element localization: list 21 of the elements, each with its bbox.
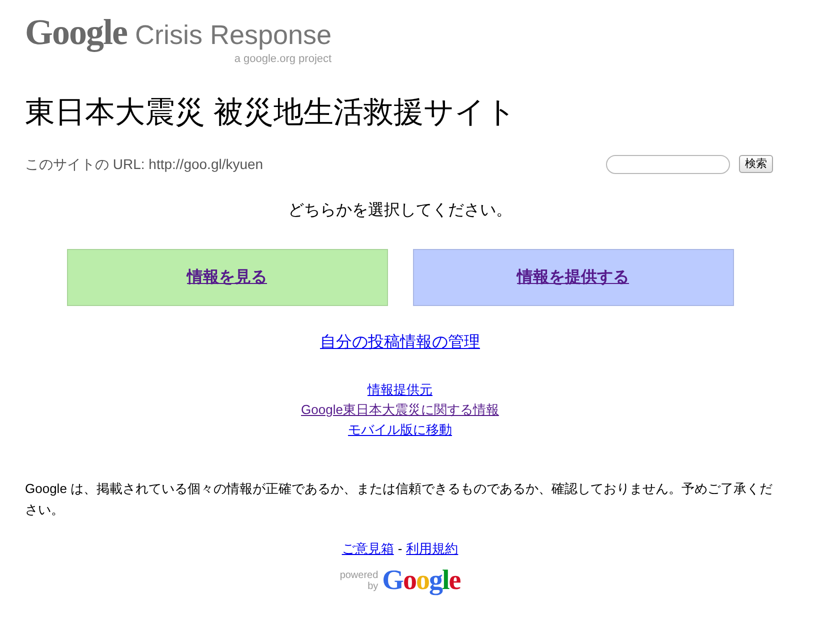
choice-prompt: どちらかを選択してください。 [287, 201, 513, 221]
logo-wordmark: Google [25, 14, 127, 50]
info-link[interactable]: モバイル版に移動 [348, 420, 452, 440]
feedback-link[interactable]: ご意見箱 [342, 540, 394, 558]
info-link[interactable]: 情報提供元 [368, 380, 432, 400]
footer-separator: - [398, 540, 402, 558]
logo-tagline: a google.org project [234, 53, 332, 65]
google-logo: Google [382, 566, 460, 596]
page-title: 東日本大震災 被災地生活救援サイト [25, 95, 518, 131]
powered-by-text: powered [340, 570, 378, 581]
site-url-text: このサイトの URL: http://goo.gl/kyuen [25, 154, 264, 174]
terms-link[interactable]: 利用規約 [406, 540, 458, 558]
search-button[interactable]: 検索 [739, 155, 773, 173]
info-link[interactable]: Google東日本大震災に関する情報 [301, 400, 499, 420]
choice-button[interactable]: 情報を見る [66, 249, 388, 306]
choice-button[interactable]: 情報を提供する [412, 249, 734, 306]
powered-by-text: by [368, 581, 378, 592]
search-field[interactable] [606, 154, 730, 174]
logo-product-name: Crisis Response [134, 19, 332, 52]
manage-posts-link[interactable]: 自分の投稿情報の管理 [320, 332, 480, 354]
disclaimer-text: Google は、掲載されている個々の情報が正確であるか、または信頼できるものであるか、確認しておりません。予めご了承ください。 [25, 480, 774, 519]
